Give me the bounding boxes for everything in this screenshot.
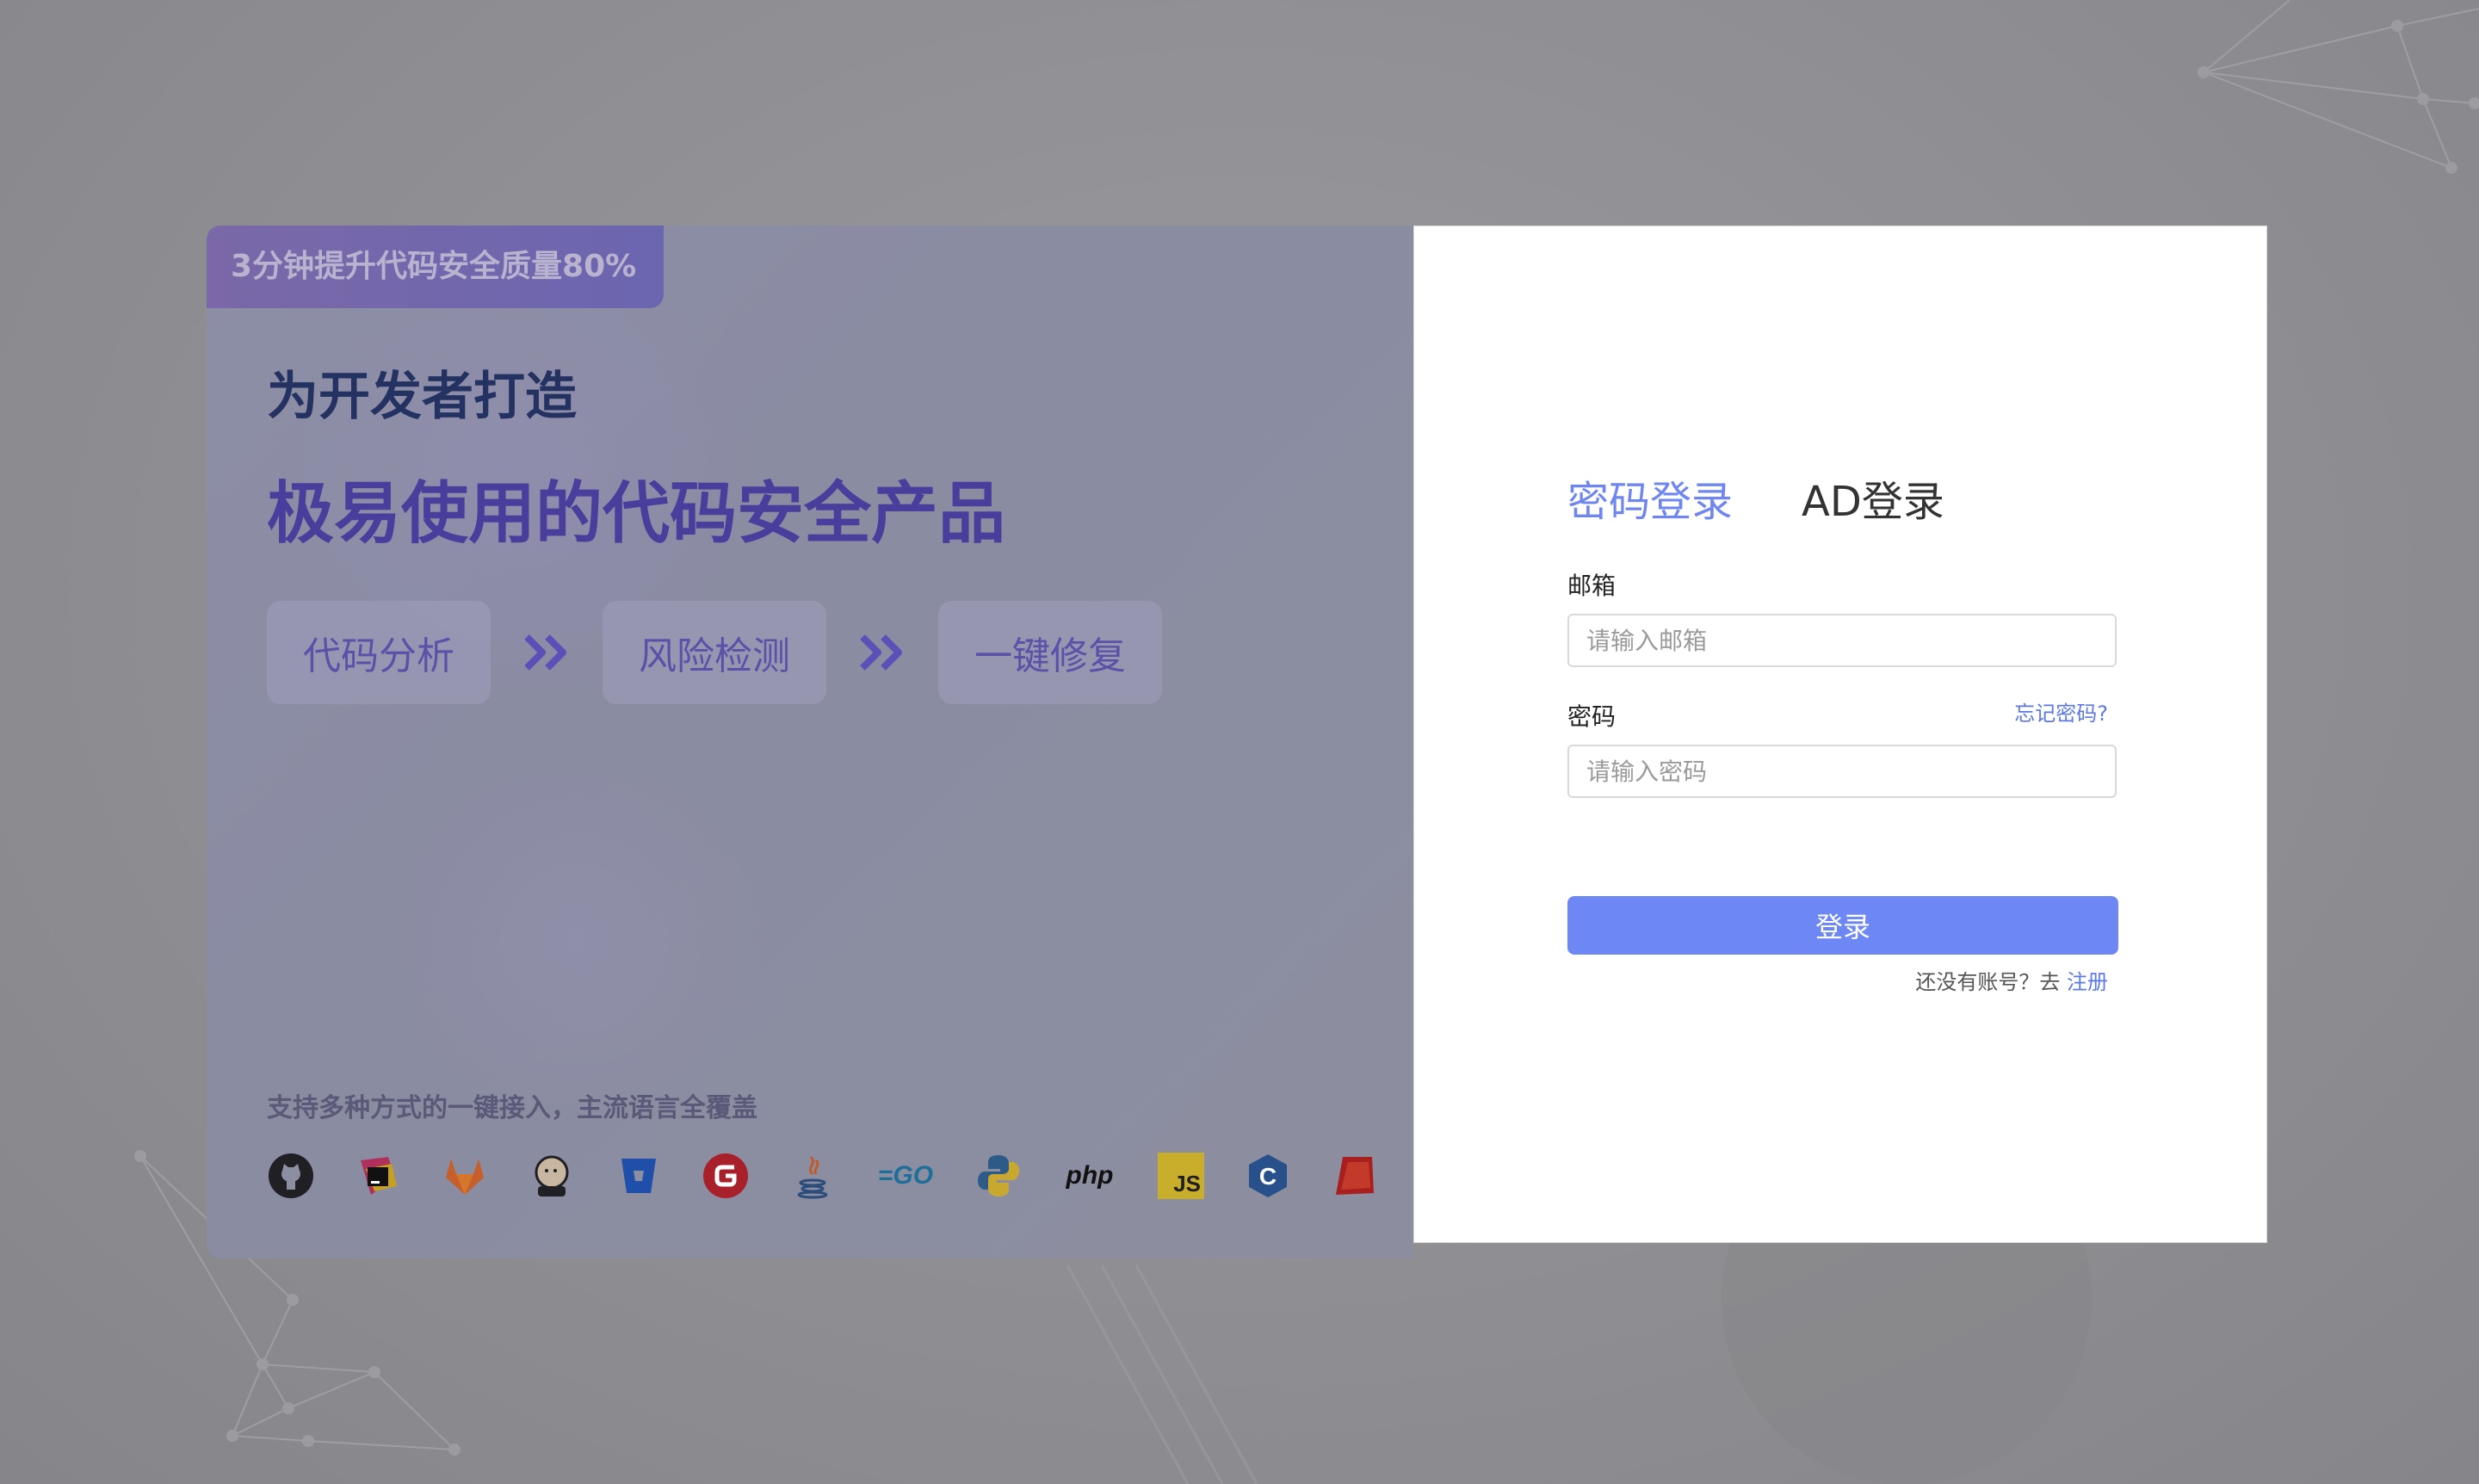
php-icon: php <box>1066 1161 1114 1190</box>
promo-support-text: 支持多种方式的一键接入，主流语言全覆盖 <box>267 1093 757 1123</box>
register-prompt: 还没有账号？去 注册 <box>1915 965 2108 995</box>
tab-ad-login[interactable]: AD登录 <box>1802 467 1944 528</box>
javascript-icon: JS <box>1157 1152 1205 1200</box>
login-card: 密码登录 AD登录 邮箱 密码 忘记密码? 登录 还没有账号？去 注册 <box>1413 226 2267 1243</box>
step-code-analysis: 代码分析 <box>267 601 491 704</box>
password-label: 密码 <box>1567 702 1617 731</box>
promo-badge: 3分钟提升代码安全质量80% <box>207 226 665 308</box>
login-button[interactable]: 登录 <box>1567 896 2118 955</box>
python-icon <box>974 1152 1023 1200</box>
double-chevron-right-icon <box>491 601 603 704</box>
go-icon: =GO <box>877 1161 934 1190</box>
email-field[interactable] <box>1567 614 2117 667</box>
promo-title: 为开发者打造 <box>267 367 577 427</box>
password-field[interactable] <box>1567 745 2117 798</box>
github-icon <box>267 1152 315 1200</box>
no-account-text: 还没有账号？去 <box>1915 970 2061 994</box>
login-tabs: 密码登录 AD登录 <box>1567 467 1944 528</box>
promo-steps: 代码分析 风险检测 一键修复 <box>267 601 1162 704</box>
email-label: 邮箱 <box>1567 572 1617 600</box>
double-chevron-right-icon <box>826 601 938 704</box>
gitlab-icon <box>441 1152 489 1200</box>
promo-panel: 3分钟提升代码安全质量80% 为开发者打造 极易使用的代码安全产品 代码分析 风… <box>207 226 1413 1258</box>
step-risk-detection: 风险检测 <box>603 601 826 704</box>
forgot-password-link[interactable]: 忘记密码? <box>2014 696 2108 727</box>
ruby-icon <box>1331 1152 1379 1200</box>
c-language-icon: C <box>1244 1152 1292 1200</box>
promo-headline: 极易使用的代码安全产品 <box>267 475 1006 553</box>
tab-password-login[interactable]: 密码登录 <box>1567 467 1733 528</box>
jenkins-icon <box>528 1152 576 1200</box>
step-one-click-fix: 一键修复 <box>938 601 1162 704</box>
integration-icons: =GO php JS C <box>267 1152 1379 1200</box>
gitee-icon <box>702 1152 750 1200</box>
bitbucket-icon <box>615 1152 663 1200</box>
c-language-icon-label: C <box>1259 1163 1277 1190</box>
promo-glow <box>362 776 792 1104</box>
register-link[interactable]: 注册 <box>2067 970 2108 994</box>
jetbrains-icon <box>354 1152 402 1200</box>
java-icon <box>788 1152 837 1200</box>
